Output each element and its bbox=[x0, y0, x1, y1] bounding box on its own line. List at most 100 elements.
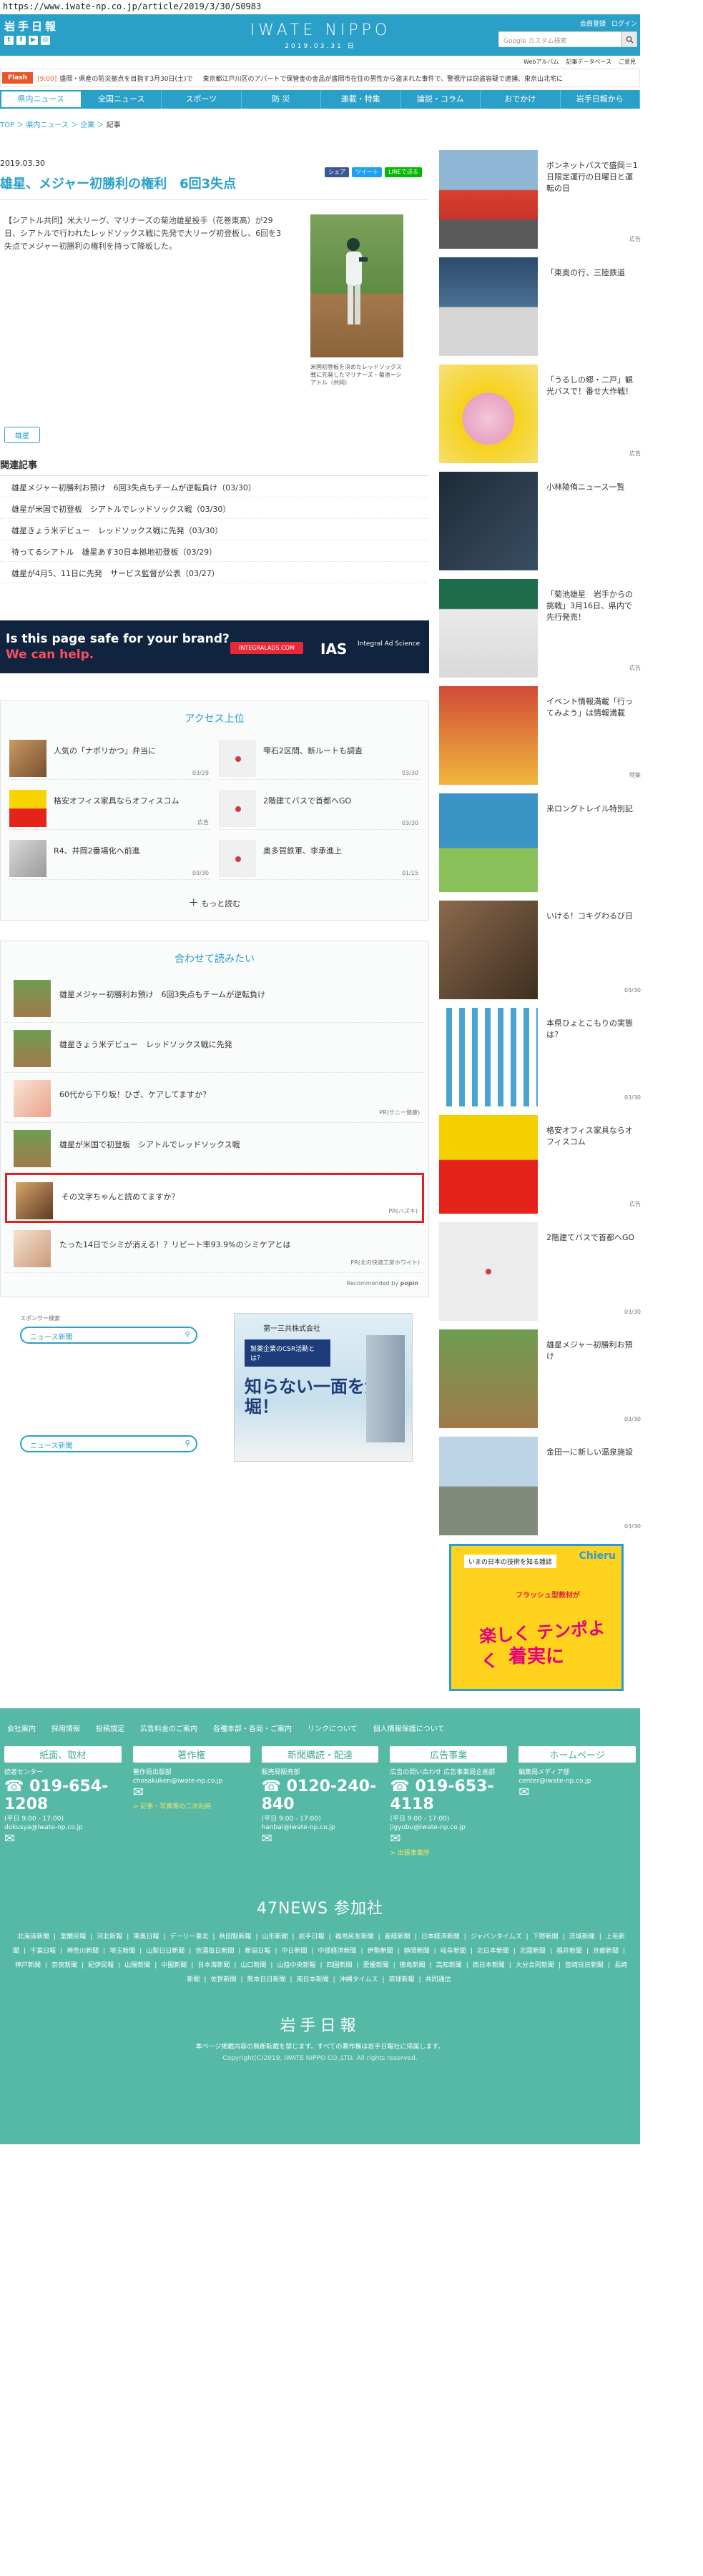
footer-mail[interactable]: center@iwate-np.co.jp bbox=[518, 1778, 636, 1785]
news47-member-link[interactable]: 奈良新聞 bbox=[51, 1962, 77, 1969]
news47-member-link[interactable]: 西日本新聞 bbox=[473, 1962, 505, 1969]
sidebar-item[interactable]: 雄星メジャー初勝利お預け 03/30 bbox=[439, 1329, 641, 1428]
sidebar-item[interactable]: 本県ひょとこもりの実態は？ 03/30 bbox=[439, 1008, 641, 1106]
news47-member-link[interactable]: 新潟日報 bbox=[245, 1948, 270, 1955]
news47-member-link[interactable]: 共同通信 bbox=[426, 1976, 451, 1983]
register-link[interactable]: 会員登録 bbox=[580, 19, 606, 28]
news47-member-link[interactable]: 中日新聞 bbox=[281, 1948, 307, 1955]
recommend-item[interactable]: たった14日でシミが消える！？リピート率93.9%のシミケアとは PR(北の快適… bbox=[5, 1223, 424, 1273]
news47-member-link[interactable]: 中国新聞 bbox=[161, 1962, 187, 1969]
sidebar-item[interactable]: ボンネットバスで盛岡＝1日限定運行の日曜日と運転の日 広告 bbox=[439, 150, 641, 249]
instagram-icon[interactable]: ◎ bbox=[41, 36, 50, 45]
twitter-icon[interactable]: t bbox=[4, 36, 14, 45]
chieru-ad[interactable]: いまの日本の技術を知る雑誌 Chieru フラッシュ型教材が 楽しく テンポよく… bbox=[449, 1544, 624, 1691]
more-button[interactable]: ＋ もっと読む bbox=[1, 896, 428, 910]
footer-mail[interactable]: chosakuken@iwate-np.co.jp bbox=[133, 1778, 250, 1785]
footer-mail[interactable]: dokusya@iwate-np.co.jp bbox=[4, 1824, 122, 1831]
recommend-item[interactable]: 雄星が米国で初登板 シアトルでレッドソックス戦 bbox=[5, 1123, 424, 1173]
news47-member-link[interactable]: 北海道新聞 bbox=[17, 1933, 49, 1941]
flash-item[interactable]: 東京都江戸川区のアパートで保管金の金品が盛岡市在住の男性から盗まれた事件で、警視… bbox=[203, 74, 563, 83]
news47-member-link[interactable]: 熊本日日新聞 bbox=[247, 1976, 286, 1983]
news47-member-link[interactable]: 佐賀新聞 bbox=[210, 1976, 236, 1983]
footer-yellow-link[interactable]: > 記事・写真等の二次利用 bbox=[133, 1801, 250, 1810]
footer-link[interactable]: 採用情報 bbox=[51, 1723, 80, 1733]
news47-member-link[interactable]: 山形新聞 bbox=[262, 1933, 288, 1941]
url-bar[interactable]: https://www.iwate-np.co.jp/article/2019/… bbox=[0, 0, 703, 14]
news47-member-link[interactable]: 日本海新聞 bbox=[197, 1962, 230, 1969]
news47-member-link[interactable]: 福井新聞 bbox=[556, 1948, 582, 1955]
news47-member-link[interactable]: 四国新聞 bbox=[327, 1962, 353, 1969]
news47-member-link[interactable]: 中部経済新聞 bbox=[318, 1948, 357, 1955]
footer-link[interactable]: 各種本部・各局・ご案内 bbox=[213, 1723, 292, 1733]
mail-icon[interactable]: ✉ bbox=[518, 1785, 636, 1800]
news47-member-link[interactable]: 宮崎日日新聞 bbox=[565, 1962, 604, 1969]
mail-icon[interactable]: ✉ bbox=[4, 1831, 122, 1846]
sidebar-item[interactable]: 「東奥の行、三陸鉄道 bbox=[439, 257, 641, 356]
related-item[interactable]: 雄星が米国で初登板 シアトルでレッドソックス戦（03/30） bbox=[0, 497, 429, 519]
sidebar-item[interactable]: 「菊池雄星 岩手からの挑戦」3月16日、県内で先行発売！ 広告 bbox=[439, 579, 641, 678]
nav-disaster[interactable]: 防 災 bbox=[242, 90, 321, 109]
phone-number[interactable]: ☎ 0120-240-840 bbox=[262, 1778, 379, 1813]
tag-yusei[interactable]: 雄星 bbox=[4, 427, 40, 443]
footer-link[interactable]: 個人情報保護について bbox=[373, 1723, 445, 1733]
news47-member-link[interactable]: 山口新聞 bbox=[240, 1962, 266, 1969]
news47-member-link[interactable]: 埼玉新聞 bbox=[109, 1948, 135, 1955]
nav-national-news[interactable]: 全国ニュース bbox=[82, 90, 162, 109]
news47-member-link[interactable]: 秋田魁新報 bbox=[219, 1933, 251, 1941]
footer-link[interactable]: 広告料金のご案内 bbox=[140, 1723, 197, 1733]
breadcrumb-business[interactable]: 企業 bbox=[80, 122, 94, 129]
access-item[interactable]: 雫石2区間、新ルートも調査 03/30 bbox=[219, 740, 420, 780]
nav-local-news[interactable]: 県内ニュース bbox=[0, 90, 82, 109]
news47-member-link[interactable]: デーリー東北 bbox=[169, 1933, 208, 1941]
news47-member-link[interactable]: 茨城新聞 bbox=[569, 1933, 595, 1941]
search-button[interactable] bbox=[621, 31, 637, 47]
access-item[interactable]: 奥多賀鉄軍、李承進上 01/15 bbox=[219, 840, 420, 880]
news47-member-link[interactable]: 京都新聞 bbox=[593, 1948, 619, 1955]
recommend-item[interactable]: 雄星きょう米デビュー レッドソックス戦に先発 bbox=[5, 1023, 424, 1073]
news47-member-link[interactable]: 下野新聞 bbox=[533, 1933, 559, 1941]
nav-column[interactable]: 論説・コラム bbox=[401, 90, 481, 109]
facebook-icon[interactable]: f bbox=[16, 36, 26, 45]
sidebar-item[interactable]: 小林陵侑ニュース一覧 bbox=[439, 472, 641, 570]
news47-member-link[interactable]: 神奈川新聞 bbox=[67, 1948, 99, 1955]
footer-link[interactable]: 会社案内 bbox=[7, 1723, 36, 1733]
breadcrumb-local[interactable]: 県内ニュース bbox=[26, 122, 69, 129]
news47-member-link[interactable]: ジャパンタイムズ bbox=[471, 1933, 522, 1941]
webalbum-link[interactable]: Webアルバム bbox=[523, 58, 559, 65]
sidebar-item[interactable]: 2階建てバスで首都へGO 03/30 bbox=[439, 1222, 641, 1321]
news47-member-link[interactable]: 北日本新聞 bbox=[477, 1948, 509, 1955]
news47-member-link[interactable]: 産経新聞 bbox=[385, 1933, 411, 1941]
youtube-icon[interactable]: ▶ bbox=[29, 36, 38, 45]
news47-member-link[interactable]: 紀伊民報 bbox=[88, 1962, 114, 1969]
phone-number[interactable]: ☎ 019-653-4118 bbox=[390, 1778, 507, 1813]
breadcrumb-top[interactable]: TOP bbox=[0, 122, 14, 129]
footer-yellow-link[interactable]: > 出張事業所 bbox=[390, 1848, 507, 1857]
news47-member-link[interactable]: 室蘭民報 bbox=[60, 1933, 86, 1941]
nav-from-nippo[interactable]: 岩手日報から bbox=[561, 90, 640, 109]
news47-member-link[interactable]: 伊勢新聞 bbox=[368, 1948, 393, 1955]
related-item[interactable]: 待ってるシアトル 雄星あす30日本拠地初登板（03/29） bbox=[0, 540, 429, 562]
ias-banner-ad[interactable]: Is this page safe for your brand? We can… bbox=[0, 620, 429, 673]
sidebar-item[interactable]: 金田一に新しい温泉施設 03/30 bbox=[439, 1437, 641, 1535]
mail-icon[interactable]: ✉ bbox=[390, 1831, 507, 1846]
footer-mail[interactable]: hanbai@iwate-np.co.jp bbox=[262, 1824, 379, 1831]
news47-member-link[interactable]: 琉球新報 bbox=[389, 1976, 415, 1983]
search-input[interactable]: Google カスタム検索 bbox=[498, 31, 621, 47]
mail-icon[interactable]: ✉ bbox=[133, 1785, 250, 1800]
news47-member-link[interactable]: 山陰中央新報 bbox=[277, 1962, 315, 1969]
mail-icon[interactable]: ✉ bbox=[262, 1831, 379, 1846]
news47-member-link[interactable]: 大分合同新聞 bbox=[516, 1962, 554, 1969]
facebook-share-button[interactable]: シェア bbox=[325, 167, 350, 177]
footer-link[interactable]: リンクについて bbox=[308, 1723, 358, 1733]
news47-member-link[interactable]: 徳島新聞 bbox=[400, 1962, 426, 1969]
sidebar-item[interactable]: 「うるしの郷・二戸」観光バスで！番せ大作戦！ 広告 bbox=[439, 365, 641, 463]
line-share-button[interactable]: LINEで送る bbox=[385, 167, 422, 177]
article-db-link[interactable]: 記事データベース bbox=[566, 58, 611, 65]
news47-member-link[interactable]: 福島民友新聞 bbox=[335, 1933, 374, 1941]
nav-sports[interactable]: スポーツ bbox=[162, 90, 242, 109]
sidebar-item[interactable]: 来ロングトレイル特別記 bbox=[439, 793, 641, 892]
news47-member-link[interactable]: 沖縄タイムス bbox=[340, 1976, 378, 1983]
recommend-item-highlighted[interactable]: その文字ちゃんと読めてますか？ PR(ハズキ) bbox=[5, 1173, 424, 1223]
site-logo[interactable]: 岩手日報 bbox=[4, 19, 59, 34]
sidebar-item[interactable]: 格安オフィス家具ならオフィスコム 広告 bbox=[439, 1115, 641, 1214]
